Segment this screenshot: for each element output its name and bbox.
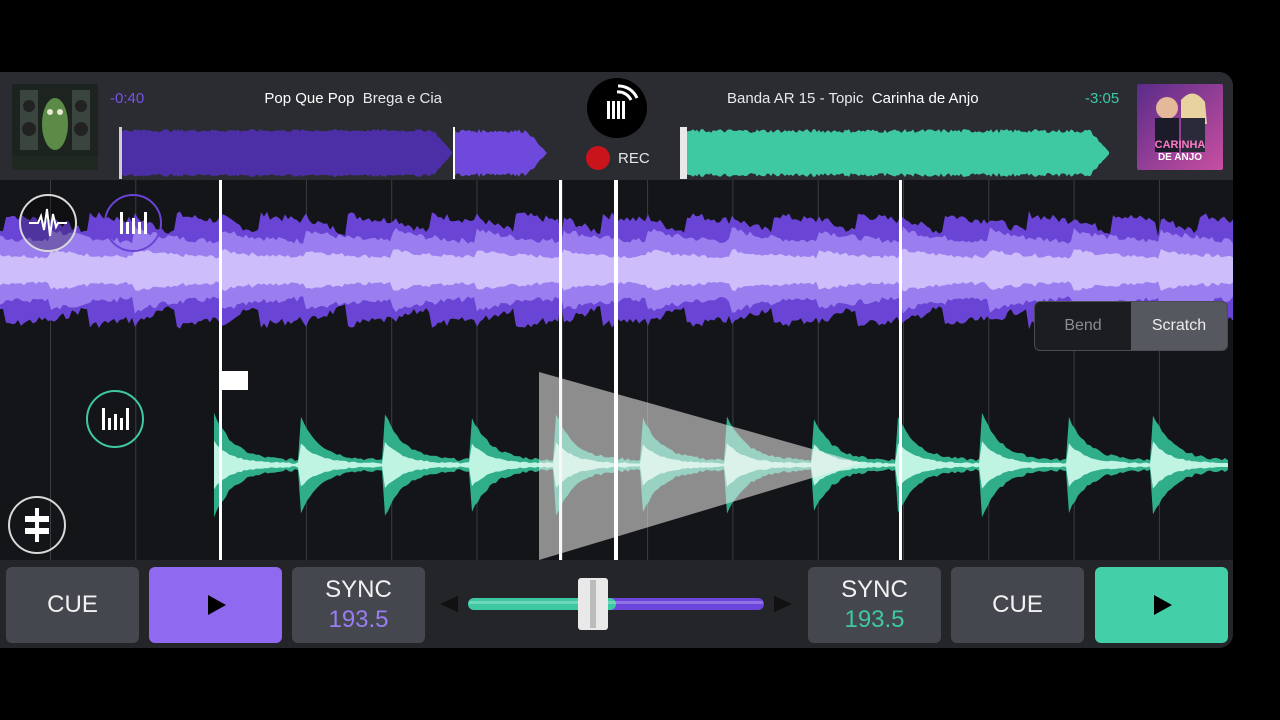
top-bar: -0:40 Pop Que Pop Brega e Cia REC Banda …: [0, 72, 1233, 180]
deck-a-sync-button[interactable]: SYNC 193.5: [292, 567, 425, 643]
playhead: [614, 180, 618, 560]
record-dot-icon: [586, 146, 610, 170]
deck-a-sync-label: SYNC: [325, 576, 392, 603]
crossfader-handle[interactable]: [578, 578, 608, 630]
deck-b-cue-button[interactable]: CUE: [951, 567, 1084, 643]
deck-a-overview-waveform[interactable]: [119, 127, 549, 179]
dj-app: -0:40 Pop Que Pop Brega e Cia REC Banda …: [0, 72, 1233, 648]
deck-a-title: Brega e Cia: [362, 90, 442, 107]
crossfader-left-arrow-icon[interactable]: [440, 596, 458, 612]
scratch-mode-button[interactable]: Scratch: [1131, 302, 1227, 350]
play-overlay-icon[interactable]: [539, 372, 862, 560]
deck-a-eq-button[interactable]: [104, 194, 162, 252]
deck-b-cover-art[interactable]: CARINHA DE ANJO: [1137, 84, 1223, 170]
record-label: REC: [618, 149, 650, 167]
deck-a-bpm: 193.5: [328, 606, 389, 633]
waveform-area[interactable]: Bend Scratch: [0, 180, 1233, 560]
play-icon: [207, 595, 226, 615]
deck-a-cue-button[interactable]: CUE: [6, 567, 139, 643]
svg-text:DE ANJO: DE ANJO: [1158, 152, 1202, 163]
svg-text:CARINHA: CARINHA: [1155, 139, 1206, 151]
deck-b-play-button[interactable]: [1095, 567, 1228, 643]
cue-point-marker[interactable]: [221, 371, 248, 390]
deck-b-overview-waveform[interactable]: [680, 127, 1112, 179]
deck-b-eq-button[interactable]: [86, 390, 144, 448]
mixer-button[interactable]: [8, 496, 66, 554]
deck-b-time: -3:05: [1085, 90, 1120, 107]
deck-a-track-info: Pop Que Pop Brega e Cia: [264, 90, 442, 107]
deck-b-cue-label: CUE: [992, 591, 1043, 618]
broadcast-button[interactable]: [587, 78, 647, 138]
waveform-icon: [29, 208, 67, 237]
deck-b-title: Carinha de Anjo: [871, 90, 979, 107]
deck-b-bpm: 193.5: [844, 606, 905, 633]
transport-controls: CUE SYNC 193.5 SYNC 193.5 CUE: [0, 560, 1233, 648]
crossfader-right-arrow-icon[interactable]: [774, 596, 792, 612]
deck-a-cover-art[interactable]: [12, 84, 98, 170]
bend-scratch-toggle[interactable]: Bend Scratch: [1034, 301, 1228, 351]
deck-b-sync-label: SYNC: [841, 576, 908, 603]
eq-bars-icon: [102, 408, 129, 430]
record-button[interactable]: REC: [586, 146, 650, 170]
deck-b-artist: Banda AR 15 - Topic: [727, 90, 864, 107]
deck-b-sync-button[interactable]: SYNC 193.5: [808, 567, 941, 643]
mixer-icon: [25, 508, 49, 542]
waveform-view-button[interactable]: [19, 194, 77, 252]
deck-a-time: -0:40: [110, 90, 145, 107]
deck-a-play-button[interactable]: [149, 567, 282, 643]
deck-a-artist: Pop Que Pop: [264, 90, 355, 107]
play-icon: [1153, 595, 1172, 615]
deck-b-track-info: Banda AR 15 - Topic Carinha de Anjo: [727, 90, 979, 107]
bend-mode-button[interactable]: Bend: [1035, 302, 1131, 350]
crossfader[interactable]: [440, 578, 792, 630]
deck-a-cue-label: CUE: [47, 591, 98, 618]
eq-bars-icon: [120, 212, 147, 234]
broadcast-icon: [607, 84, 639, 119]
